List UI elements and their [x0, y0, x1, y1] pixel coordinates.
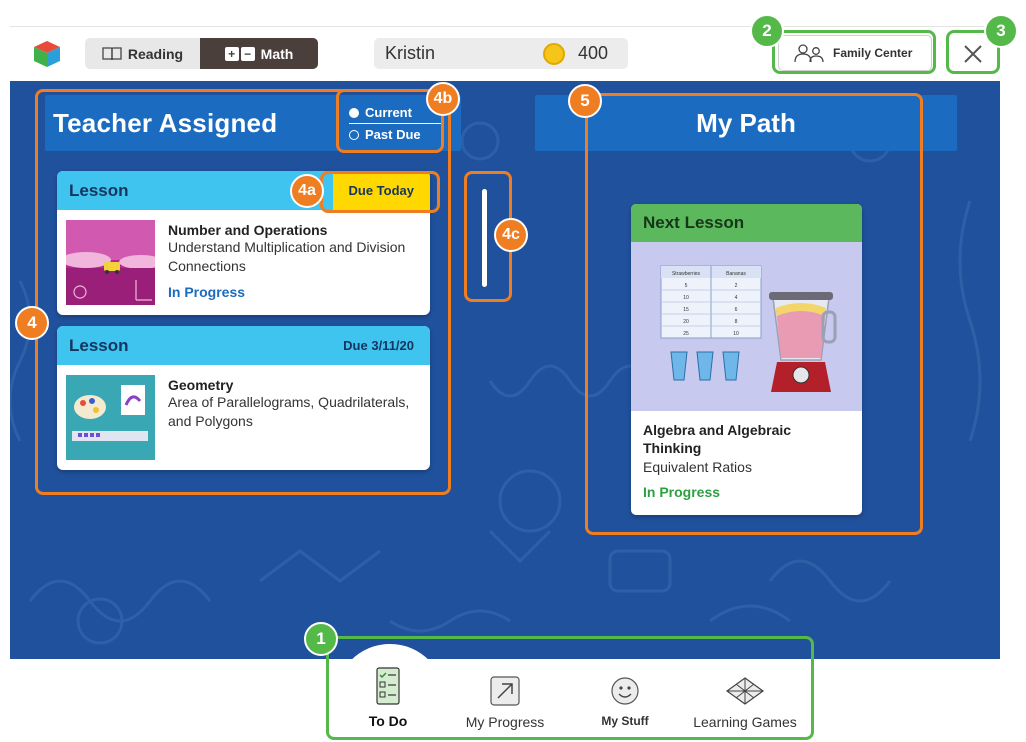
table-cell: 25	[683, 331, 689, 337]
table-cell: 5	[685, 283, 688, 289]
card-body: Geometry Area of Parallelograms, Quadril…	[57, 365, 430, 470]
smoothie-illustration: Strawberries Bananas 5 2 10 4 15 6 20 8 …	[660, 265, 837, 392]
subject-label-reading: Reading	[127, 45, 184, 62]
family-center-label: Family Center	[833, 46, 913, 60]
subject-tab-reading[interactable]: Reading	[85, 38, 200, 69]
card-info: Geometry Area of Parallelograms, Quadril…	[168, 375, 430, 460]
nav-learning-games[interactable]: Learning Games	[685, 659, 805, 742]
callout-badge: 1	[304, 622, 338, 656]
app-logo-cube-icon	[34, 41, 60, 67]
table-cell: 4	[735, 295, 738, 301]
my-path-title: My Path	[696, 107, 796, 138]
radio-selected-icon	[349, 107, 359, 118]
user-name: Kristin	[385, 43, 436, 63]
callout-badge: 4b	[426, 82, 460, 116]
nav-my-stuff-label: My Stuff	[601, 714, 649, 728]
callout-badge: 4	[15, 306, 49, 340]
checklist-icon	[376, 667, 400, 705]
next-lesson-header: Next Lesson	[631, 204, 862, 242]
card-body: Number and Operations Understand Multipl…	[57, 210, 430, 315]
close-icon	[964, 45, 982, 63]
filter-current-label: Current	[365, 105, 412, 120]
lesson-thumbnail-art	[66, 375, 155, 460]
subject-toggle: Reading + − Math	[85, 38, 318, 69]
card-topic: Geometry	[168, 377, 234, 393]
subject-label-math: Math	[260, 45, 294, 62]
next-lesson-card[interactable]: Next Lesson Strawberries Bananas 5 2 10 …	[631, 204, 862, 515]
callout-badge: 2	[750, 14, 784, 48]
filter-past-due[interactable]: Past Due	[345, 124, 453, 145]
next-lesson-label: Next Lesson	[643, 213, 745, 232]
nav-my-stuff[interactable]: My Stuff	[590, 659, 660, 742]
assignment-card[interactable]: Lesson Due Today Number and Operations U…	[57, 171, 430, 315]
card-status: In Progress	[168, 284, 246, 300]
card-description: Understand Multiplication and Division C…	[168, 239, 406, 274]
card-header: Lesson Due 3/11/20	[57, 326, 430, 365]
assignment-card[interactable]: Lesson Due 3/11/20 Geometry Area of Para…	[57, 326, 430, 470]
nav-my-progress[interactable]: My Progress	[460, 659, 550, 742]
subject-tab-math[interactable]: + − Math	[200, 38, 318, 69]
geometric-shapes-icon	[725, 677, 765, 705]
callout-badge: 3	[984, 14, 1018, 48]
family-center-button[interactable]: Family Center	[778, 35, 932, 71]
table-cell: 6	[735, 307, 738, 313]
nav-to-do-label: To Do	[368, 713, 408, 729]
assignment-scrollbar[interactable]	[482, 189, 487, 287]
card-topic: Number and Operations	[168, 222, 328, 238]
next-lesson-illustration: Strawberries Bananas 5 2 10 4 15 6 20 8 …	[631, 242, 862, 411]
teacher-assigned-header: Teacher Assigned Current Past Due	[45, 95, 461, 151]
plus-minus-icon: + −	[224, 46, 255, 61]
teacher-assigned-title: Teacher Assigned	[53, 108, 278, 138]
card-description: Area of Parallelograms, Quadrilaterals, …	[168, 394, 410, 429]
table-header-1: Bananas	[726, 271, 746, 277]
table-cell: 10	[683, 295, 689, 301]
nav-my-progress-label: My Progress	[465, 714, 545, 730]
due-badge: Due 3/11/20	[343, 338, 414, 353]
bottom-navigation: To Do My Progress My Stuff Learning Game…	[10, 644, 1000, 742]
family-icon	[794, 44, 824, 63]
filter-past-due-label: Past Due	[365, 127, 421, 142]
card-type: Lesson	[69, 335, 129, 355]
due-badge: Due Today	[332, 171, 430, 210]
callout-badge: 4a	[290, 174, 324, 208]
card-info: Number and Operations Understand Multipl…	[168, 220, 430, 305]
callout-badge: 4c	[494, 218, 528, 252]
lesson-thumbnail-car	[66, 220, 155, 305]
book-icon	[102, 47, 122, 61]
table-cell: 8	[735, 319, 738, 325]
table-cell: 15	[683, 307, 689, 313]
next-lesson-info: Algebra and Algebraic Thinking Equivalen…	[631, 411, 862, 510]
table-cell: 2	[735, 283, 738, 289]
user-status: Kristin 400	[374, 38, 628, 69]
coin-icon	[542, 42, 565, 65]
main-content: Teacher Assigned Current Past Due Lesson…	[10, 81, 1000, 659]
nav-to-do[interactable]: To Do	[352, 659, 424, 742]
coin-count: 400	[577, 43, 608, 63]
smiley-icon	[611, 677, 639, 705]
top-bar: Reading + − Math Kristin 400 Family Cente…	[10, 26, 1000, 80]
table-cell: 20	[683, 319, 689, 325]
arrow-up-right-icon	[490, 676, 520, 706]
nav-learning-games-label: Learning Games	[693, 714, 797, 730]
next-lesson-description: Equivalent Ratios	[643, 459, 752, 475]
card-type: Lesson	[69, 180, 129, 200]
radio-unselected-icon	[349, 129, 359, 140]
card-header: Lesson Due Today	[57, 171, 430, 210]
table-cell: 10	[733, 331, 739, 337]
callout-badge: 5	[568, 84, 602, 118]
next-lesson-topic: Algebra and Algebraic Thinking	[643, 422, 792, 456]
next-lesson-status: In Progress	[643, 484, 721, 500]
table-header-0: Strawberries	[672, 271, 701, 277]
